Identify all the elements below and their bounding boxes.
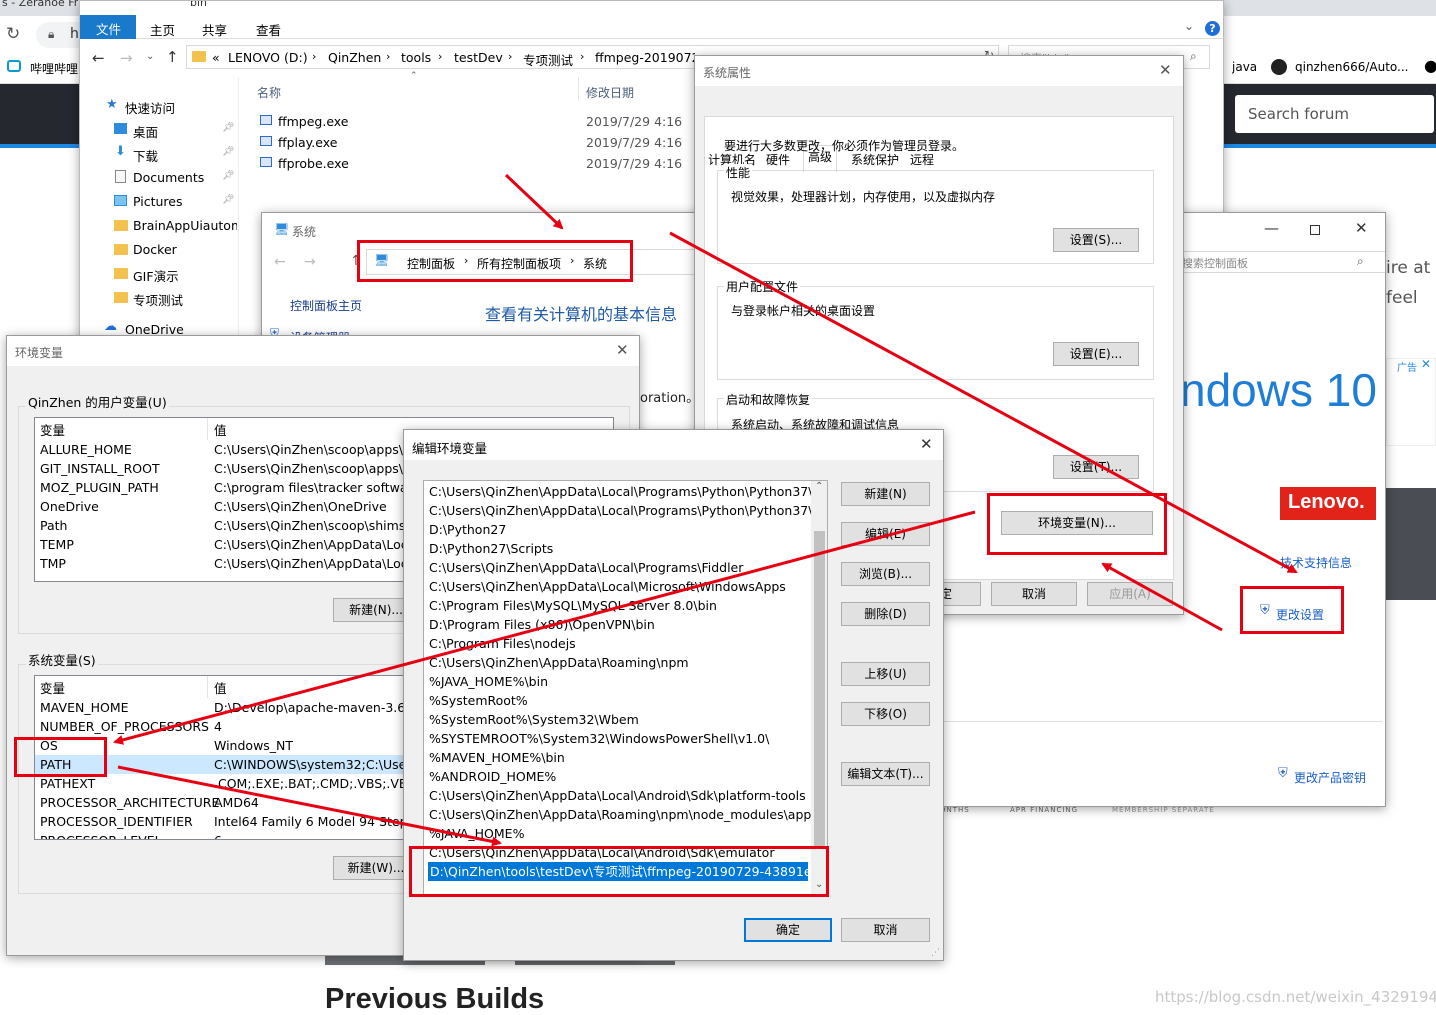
- arrow-to-path-var: [113, 510, 976, 745]
- arrow-to-new-entry: [117, 765, 502, 847]
- arrow-to-breadcrumb: [504, 173, 564, 230]
- arrow-to-change-settings: [669, 231, 1298, 574]
- arrow-to-env-button: [1101, 562, 1223, 632]
- annotation-arrows: [113, 173, 1298, 847]
